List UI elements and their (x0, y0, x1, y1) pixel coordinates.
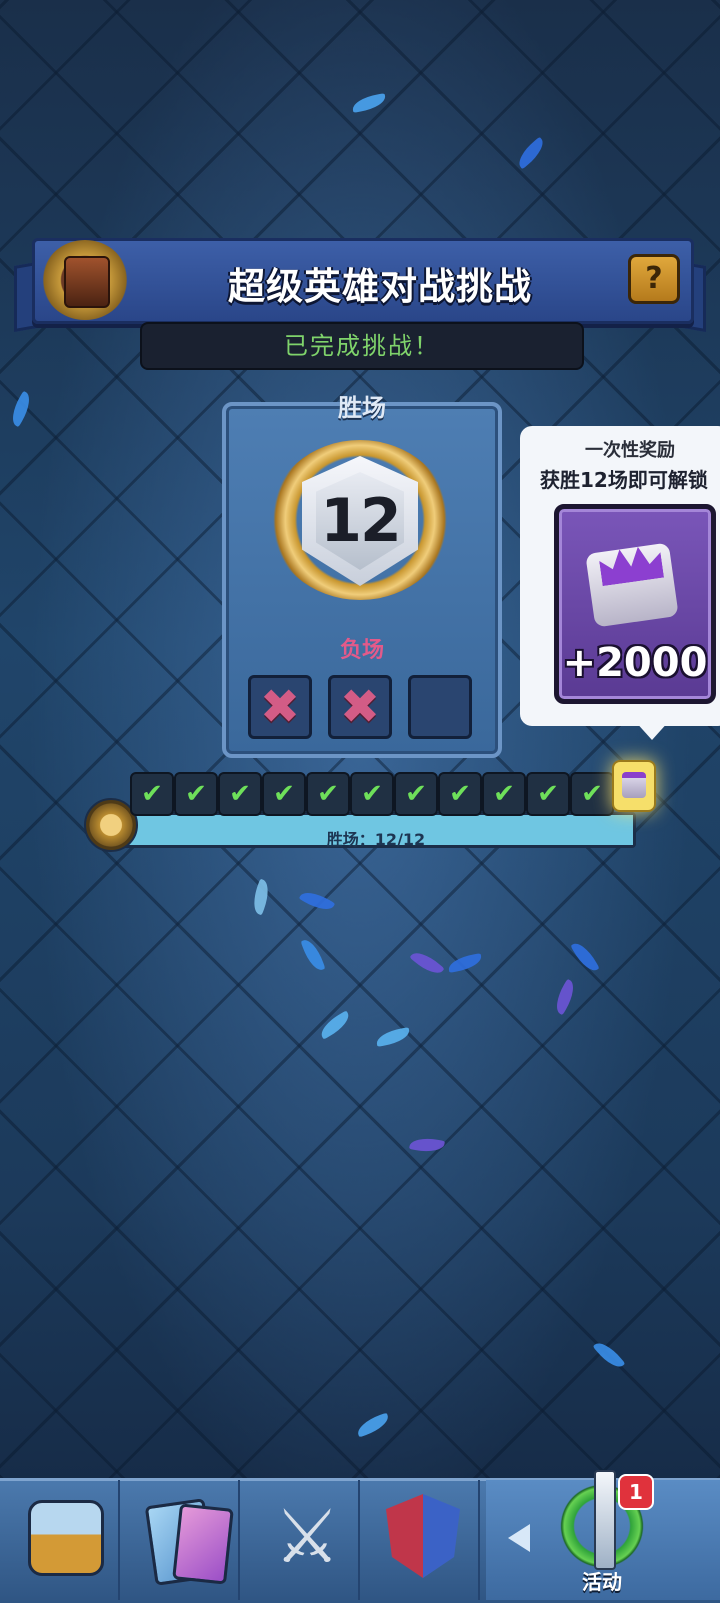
nav-label-events: 活动 (582, 1570, 622, 1594)
cross-icon: ✖ (339, 679, 381, 735)
hero-avatar-icon (64, 256, 110, 308)
sword-icon (594, 1470, 616, 1570)
reward-description: 获胜12场即可解锁 (540, 468, 708, 492)
win-checkmark-icon: ✔ (218, 772, 262, 816)
progress-text: 胜场：12/12 (326, 830, 426, 849)
tooltip-pointer (634, 720, 670, 740)
win-checkmark-icon: ✔ (570, 772, 614, 816)
wins-label: 胜场 (338, 394, 386, 422)
win-checkmark-icon: ✔ (394, 772, 438, 816)
challenge-title: 超级英雄对战挑战 (228, 265, 532, 308)
win-checkmark-icon: ✔ (262, 772, 306, 816)
losses-label: 负场 (339, 638, 384, 663)
tower-skin-crown-icon (585, 542, 679, 628)
empty-slot (411, 678, 469, 736)
cards-icon-back (172, 1503, 234, 1585)
final-reward-node[interactable] (612, 760, 656, 812)
win-checkmark-icon: ✔ (306, 772, 350, 816)
chest-icon (28, 1500, 104, 1576)
notification-badge: 1 (618, 1474, 654, 1510)
win-checkmark-icon: ✔ (438, 772, 482, 816)
win-checkmark-icon: ✔ (526, 772, 570, 816)
win-checkmark-icon: ✔ (130, 772, 174, 816)
help-button[interactable]: ? (628, 254, 680, 304)
loss-slot: ✖ (328, 675, 392, 739)
wins-count: 12 (320, 486, 402, 556)
chevron-left-icon[interactable] (508, 1524, 530, 1552)
reward-title: 一次性奖励 (585, 440, 675, 461)
loss-slot: ✖ (248, 675, 312, 739)
win-checkmark-icon: ✔ (174, 772, 218, 816)
win-checkmark-icon: ✔ (482, 772, 526, 816)
crossed-swords-icon: ⚔ (273, 1494, 341, 1580)
cross-icon: ✖ (259, 679, 301, 735)
challenge-status: 已完成挑战！ (140, 322, 584, 370)
tower-skin-crown-icon (622, 772, 646, 798)
win-checkmark-icon: ✔ (350, 772, 394, 816)
loss-slot-empty (408, 675, 472, 739)
reward-amount: +2000 (562, 640, 708, 686)
